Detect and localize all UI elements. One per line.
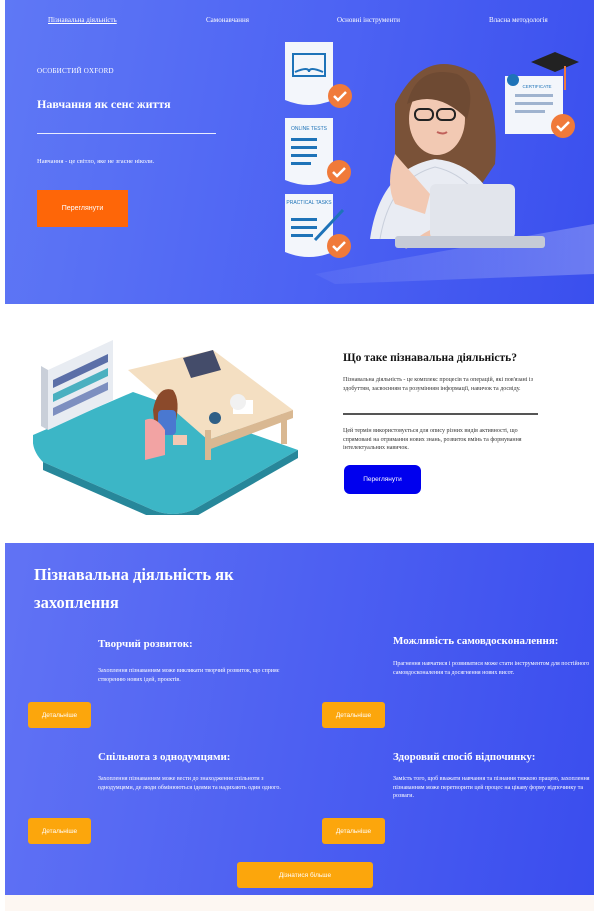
about-paragraph-2: Цей термін використовується для опису рі… bbox=[343, 428, 522, 452]
card-text-community: Захоплення пізнаванням може вести до зна… bbox=[98, 776, 281, 791]
headphones-icon bbox=[209, 412, 221, 424]
about-title: Що таке пізнавальна діяльність? bbox=[343, 352, 517, 364]
card-details-button-community[interactable]: Детальніше bbox=[28, 818, 91, 844]
passion-title: Пізнавальна діяльність як захоплення bbox=[34, 565, 234, 612]
nav-item-own-methodology[interactable]: Власна методологія bbox=[489, 16, 548, 24]
online-tests-card-icon: ONLINE TESTS bbox=[285, 118, 351, 185]
hero-subtitle: Навчання - це світло, яке не згасне ніко… bbox=[37, 158, 155, 165]
book-card-icon bbox=[285, 42, 352, 108]
cat-icon bbox=[230, 394, 246, 410]
hero-view-button[interactable]: Переглянути bbox=[37, 190, 128, 227]
nav-item-cognitive-activity[interactable]: Пізнавальна діяльність bbox=[48, 16, 117, 24]
online-tests-label: ONLINE TESTS bbox=[291, 126, 328, 132]
hero-illustration: ONLINE TESTS PRACTICAL TASKS CERTIFICATE bbox=[285, 42, 594, 284]
certificate-label: CERTIFICATE bbox=[522, 84, 551, 89]
top-nav: Пізнавальна діяльність Самонавчання Осно… bbox=[5, 16, 594, 28]
footer-strip bbox=[5, 895, 594, 911]
certificate-icon: CERTIFICATE bbox=[505, 52, 579, 138]
card-title-creative-growth: Творчий розвиток: bbox=[98, 638, 193, 650]
practical-tasks-card-icon: PRACTICAL TASKS bbox=[285, 194, 351, 258]
card-text-self-improvement: Прагнення навчатися і розвиватися може с… bbox=[393, 661, 590, 676]
card-title-self-improvement: Можливість самовдосконалення: bbox=[393, 635, 559, 647]
practical-tasks-label: PRACTICAL TASKS bbox=[286, 200, 332, 206]
hero-divider bbox=[37, 133, 216, 134]
hero-title: Навчання як сенс життя bbox=[37, 97, 171, 111]
about-divider bbox=[343, 413, 538, 415]
card-title-healthy-rest: Здоровий спосіб відпочинку: bbox=[393, 751, 536, 763]
learn-more-button[interactable]: Дізнатися більше bbox=[237, 862, 373, 888]
card-text-healthy-rest: Замість того, щоб вважати навчання та пі… bbox=[393, 776, 590, 800]
about-paragraph-1: Пізнавальна діяльність - це комплекс про… bbox=[343, 377, 533, 392]
nav-item-self-learning[interactable]: Самонавчання bbox=[206, 16, 249, 24]
card-details-button-healthy-rest[interactable]: Детальніше bbox=[322, 818, 385, 844]
passion-section: Пізнавальна діяльність як захоплення Тво… bbox=[5, 543, 594, 895]
card-details-button-creative-growth[interactable]: Детальніше bbox=[28, 702, 91, 728]
card-title-community: Спільнота з однодумцями: bbox=[98, 751, 231, 763]
card-details-button-self-improvement[interactable]: Детальніше bbox=[322, 702, 385, 728]
about-view-button[interactable]: Переглянути bbox=[344, 465, 421, 494]
hero-kicker: ОСОБИСТИЙ OXFORD bbox=[37, 67, 114, 75]
nav-item-main-tools[interactable]: Основні інструменти bbox=[337, 16, 400, 24]
card-text-creative-growth: Захоплення пізнаванням може викликати тв… bbox=[98, 668, 280, 683]
hero-section: Пізнавальна діяльність Самонавчання Осно… bbox=[5, 0, 594, 304]
study-desk-illustration bbox=[33, 340, 298, 515]
